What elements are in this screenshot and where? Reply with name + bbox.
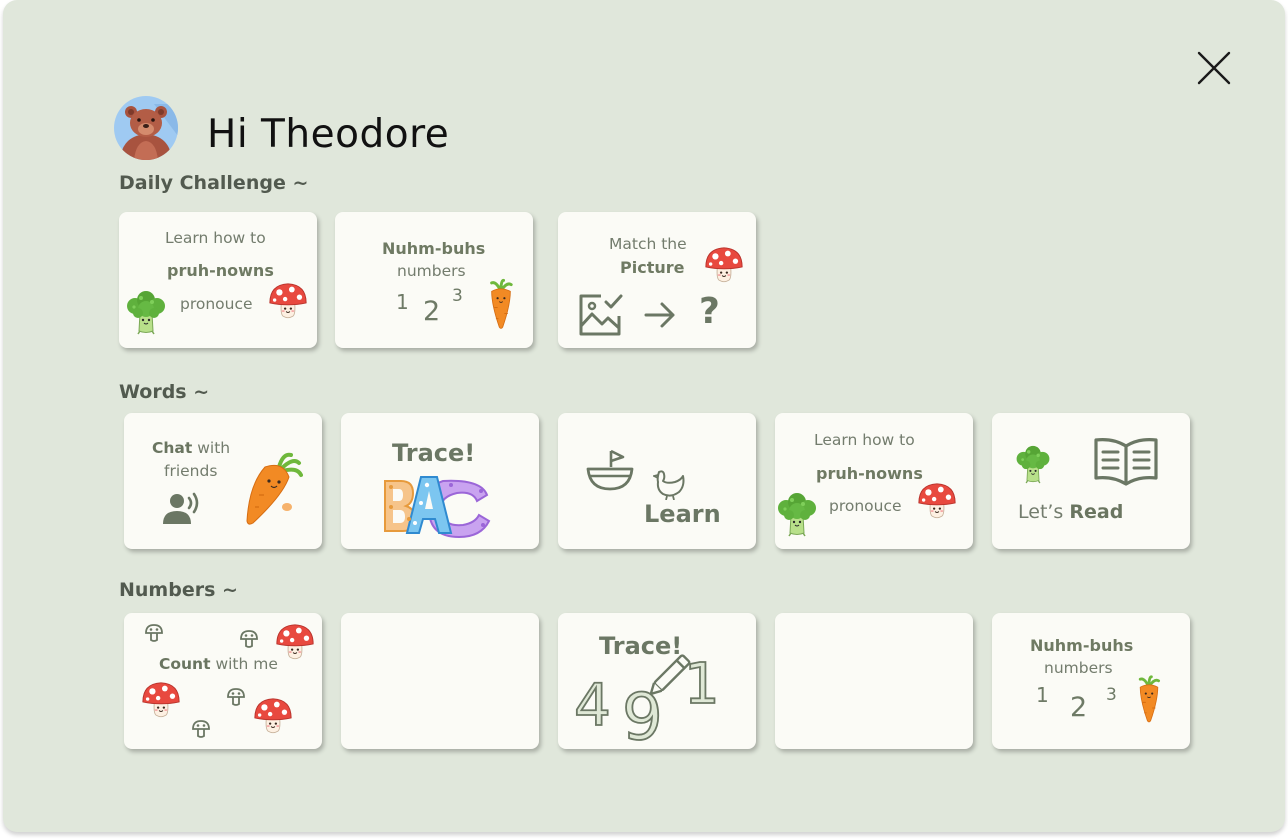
broccoli-icon xyxy=(775,491,819,537)
card-chat-label: Chat with xyxy=(152,439,231,457)
card-line: friends xyxy=(164,462,218,480)
card-empty[interactable] xyxy=(341,613,539,749)
mushroom-outline-icon xyxy=(191,719,211,739)
daily-challenge-heading: Daily Challenge ~ xyxy=(119,172,309,194)
trace-digits-icon: 4 9 1 xyxy=(573,651,720,743)
greeting-title: Hi Theodore xyxy=(207,112,450,157)
card-empty[interactable] xyxy=(775,613,973,749)
broccoli-icon xyxy=(124,289,168,335)
card-bold: Picture xyxy=(620,258,685,277)
card-trace-numbers[interactable]: Trace! 4 9 1 xyxy=(558,613,756,749)
mushroom-outline-icon xyxy=(144,623,164,643)
card-line: numbers xyxy=(1044,659,1113,677)
number-three: 3 xyxy=(1106,685,1117,705)
card-pronounce-words[interactable]: Learn how to pruh-nowns pronouce xyxy=(775,413,973,549)
carrot-icon xyxy=(484,278,518,332)
card-bold: pruh-nowns xyxy=(816,464,923,483)
card-numbers-2[interactable]: Nuhm-buhs numbers 1 2 3 xyxy=(992,613,1190,749)
card-line: pronouce xyxy=(180,295,253,313)
card-count-with-me[interactable]: Count with me xyxy=(124,613,322,749)
boat-icon xyxy=(586,449,634,491)
mushroom-icon xyxy=(252,695,294,737)
card-bold: Nuhm-buhs xyxy=(382,239,486,258)
broccoli-icon xyxy=(1014,444,1052,484)
mushroom-icon xyxy=(140,679,182,721)
words-heading: Words ~ xyxy=(119,381,210,403)
mushroom-icon xyxy=(916,480,958,522)
card-trace-letters[interactable]: Trace! xyxy=(341,413,539,549)
carrot-icon xyxy=(246,452,303,525)
number-two: 2 xyxy=(423,296,441,327)
card-numbers[interactable]: Nuhm-buhs numbers 1 2 3 xyxy=(335,212,533,348)
arrow-right-icon xyxy=(644,302,675,328)
card-line: Learn how to xyxy=(165,229,266,247)
card-pronounce[interactable]: Learn how to pruh-nowns pronouce xyxy=(119,212,317,348)
number-one: 1 xyxy=(1036,683,1049,707)
card-count-label: Count with me xyxy=(159,655,278,673)
person-speaking-icon xyxy=(163,492,199,524)
card-learn[interactable]: Learn xyxy=(558,413,756,549)
card-title: Trace! xyxy=(392,439,476,467)
learn-label: Learn xyxy=(644,500,721,528)
question-mark-icon: ? xyxy=(699,291,720,332)
card-line: numbers xyxy=(397,262,466,280)
open-book-icon xyxy=(1094,438,1158,486)
number-two: 2 xyxy=(1070,692,1088,723)
card-lets-read[interactable]: Let’s Read xyxy=(992,413,1190,549)
mushroom-icon xyxy=(274,621,316,663)
card-bold: Nuhm-buhs xyxy=(1030,636,1134,655)
card-chat-friends[interactable]: Chat with friends xyxy=(124,413,322,549)
mushroom-icon xyxy=(267,280,309,322)
abc-letters-icon xyxy=(384,476,491,539)
card-bold: pruh-nowns xyxy=(167,261,274,280)
number-three: 3 xyxy=(452,286,463,306)
mushroom-icon xyxy=(703,244,745,286)
card-line: Match the xyxy=(609,235,687,253)
card-line: pronouce xyxy=(829,497,902,515)
card-line: Learn how to xyxy=(814,431,915,449)
number-one: 1 xyxy=(396,290,409,314)
card-bold: Chat xyxy=(152,439,193,457)
card-bold: Count xyxy=(159,655,211,673)
mushroom-outline-icon xyxy=(226,687,246,707)
image-check-icon xyxy=(579,294,623,336)
numbers-heading: Numbers ~ xyxy=(119,579,238,601)
card-prefix: Let’s xyxy=(1018,501,1070,523)
mushroom-outline-icon xyxy=(239,629,259,649)
close-icon[interactable] xyxy=(1196,50,1232,86)
chicken-icon xyxy=(653,470,685,500)
card-read-label: Let’s Read xyxy=(1018,503,1123,522)
carrot-icon xyxy=(1133,675,1165,725)
card-rest: with xyxy=(192,439,231,457)
bear-avatar[interactable] xyxy=(114,96,178,160)
card-match-picture[interactable]: Match the Picture ? xyxy=(558,212,756,348)
card-rest: with me xyxy=(210,655,278,673)
card-bold: Read xyxy=(1069,501,1124,523)
trace-digit-four: 4 xyxy=(574,671,611,739)
